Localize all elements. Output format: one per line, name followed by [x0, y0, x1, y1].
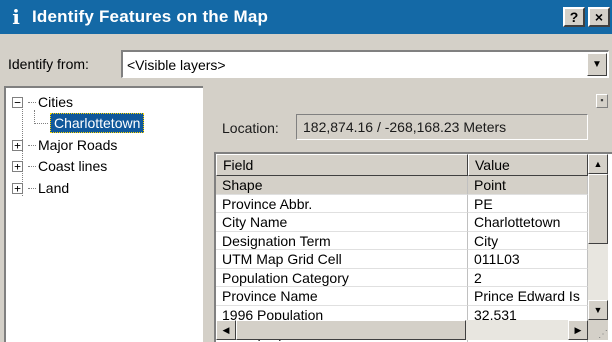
field-cell: Population Category	[216, 268, 468, 287]
dropdown-button[interactable]: ▼	[587, 53, 607, 76]
horizontal-scrollbar[interactable]: ◀ ▶	[216, 320, 588, 340]
tree-item-coast-lines[interactable]: + Coast lines	[12, 155, 107, 177]
identify-from-row: Identify from: <Visible layers> ▼	[0, 44, 612, 84]
grid-body: Shape Point Province Abbr. PE City Name Charl…	[216, 176, 588, 342]
grid-header: Field Value	[216, 154, 588, 176]
table-row[interactable]: City Name Charlottetown	[216, 213, 588, 232]
value-cell: City	[468, 231, 588, 250]
table-row[interactable]: Designation Term City	[216, 231, 588, 250]
collapse-icon[interactable]: −	[12, 96, 23, 108]
location-field: 182,874.16 / -268,168.23 Meters	[296, 114, 588, 140]
tree-item-label: Cities	[38, 94, 74, 110]
tree-item-label: Major Roads	[38, 137, 118, 153]
identify-from-label: Identify from:	[8, 56, 89, 72]
tree-item-land[interactable]: + Land	[12, 177, 69, 199]
results-panel: ▪ Location: 182,874.16 / -268,168.23 Met…	[206, 86, 612, 342]
value-cell: Point	[468, 176, 588, 195]
arrow-up-icon: ▲	[593, 159, 603, 169]
expand-icon[interactable]: +	[12, 139, 23, 151]
value-cell: 011L03	[468, 250, 588, 269]
table-row[interactable]: Population Category 2	[216, 268, 588, 287]
tree-item-cities[interactable]: − Cities	[12, 91, 73, 113]
identify-dialog: i Identify Features on the Map ? × Ident…	[0, 0, 612, 342]
expand-icon[interactable]: +	[12, 160, 23, 172]
layer-tree[interactable]: − Cities Charlottetown + Major Roads + C…	[4, 86, 203, 342]
attribute-grid[interactable]: Field Value Shape Point Province Abbr. PE Ci…	[214, 152, 612, 342]
close-button[interactable]: ×	[588, 7, 610, 27]
column-header-field[interactable]: Field	[216, 154, 468, 176]
scroll-down-button[interactable]: ▼	[588, 300, 608, 320]
identify-from-value: <Visible layers>	[127, 57, 226, 73]
tree-item-charlottetown[interactable]: Charlottetown	[50, 112, 145, 134]
value-cell: Charlottetown	[468, 213, 588, 232]
value-cell: Prince Edward Is	[468, 287, 588, 306]
scroll-up-button[interactable]: ▲	[588, 154, 608, 174]
tree-item-label: Land	[38, 180, 70, 196]
table-row[interactable]: Province Abbr. PE	[216, 194, 588, 213]
arrow-down-icon: ▼	[593, 305, 603, 315]
tree-item-label: Charlottetown	[50, 113, 145, 133]
arrow-right-icon: ▶	[574, 324, 582, 335]
field-cell: UTM Map Grid Cell	[216, 250, 468, 269]
location-label: Location:	[222, 120, 279, 136]
field-cell: Province Name	[216, 287, 468, 306]
column-header-value[interactable]: Value	[468, 154, 588, 176]
field-cell: Designation Term	[216, 231, 468, 250]
pin-icon[interactable]: ▪	[596, 94, 608, 108]
table-row[interactable]: UTM Map Grid Cell 011L03	[216, 250, 588, 269]
value-cell: PE	[468, 194, 588, 213]
arrow-left-icon: ◀	[222, 324, 230, 335]
tree-connector	[34, 123, 48, 124]
scroll-right-button[interactable]: ▶	[568, 320, 588, 340]
scroll-left-button[interactable]: ◀	[216, 320, 236, 340]
vertical-scrollbar[interactable]: ▲ ▼	[588, 154, 608, 320]
value-cell: 2	[468, 268, 588, 287]
chevron-down-icon: ▼	[592, 59, 602, 70]
title-bar[interactable]: i Identify Features on the Map ? ×	[0, 0, 612, 34]
expand-icon[interactable]: +	[12, 182, 23, 194]
help-button[interactable]: ?	[563, 7, 585, 27]
field-cell: Province Abbr.	[216, 194, 468, 213]
field-cell: Shape	[216, 176, 468, 195]
tree-item-label: Coast lines	[38, 158, 108, 174]
identify-from-combo[interactable]: <Visible layers> ▼	[121, 50, 609, 78]
tree-item-major-roads[interactable]: + Major Roads	[12, 134, 117, 156]
scroll-thumb[interactable]	[588, 174, 608, 244]
field-cell: City Name	[216, 213, 468, 232]
window-title: Identify Features on the Map	[32, 7, 269, 26]
info-icon: i	[12, 5, 20, 29]
resize-grip-icon[interactable]: ⋰	[588, 320, 608, 340]
scroll-thumb[interactable]	[236, 320, 466, 340]
table-row[interactable]: Province Name Prince Edward Is	[216, 287, 588, 306]
table-row[interactable]: Shape Point	[216, 176, 588, 195]
